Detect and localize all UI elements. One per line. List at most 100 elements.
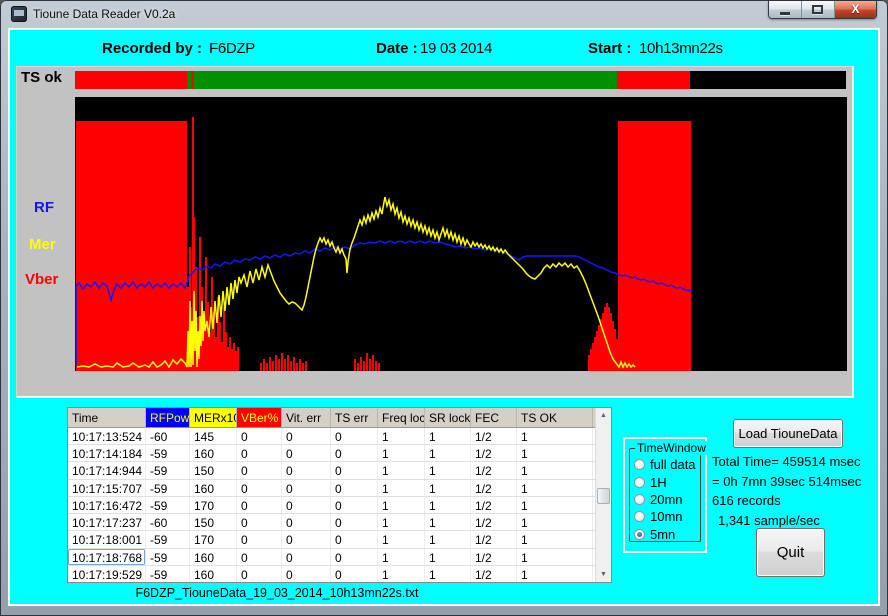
table-cell[interactable]: 1 bbox=[425, 497, 471, 513]
table-cell[interactable]: 1 bbox=[425, 428, 471, 444]
table-cell[interactable]: 150 bbox=[190, 462, 237, 478]
table-cell[interactable]: 1/2 bbox=[471, 480, 517, 496]
table-cell[interactable]: 1/2 bbox=[471, 497, 517, 513]
table-cell[interactable]: -59 bbox=[146, 497, 190, 513]
table-cell[interactable]: -59 bbox=[146, 462, 190, 478]
table-cell[interactable]: 1 bbox=[378, 480, 425, 496]
table-cell[interactable]: 0 bbox=[331, 497, 378, 513]
table-cell[interactable]: 0 bbox=[282, 480, 331, 496]
table-cell[interactable]: 0 bbox=[331, 549, 378, 565]
table-cell[interactable]: 0 bbox=[282, 531, 331, 547]
table-row[interactable]: 10:17:15:707-59160000111/21 bbox=[68, 480, 595, 497]
table-cell[interactable]: 1 bbox=[378, 462, 425, 478]
table-cell[interactable]: 160 bbox=[190, 445, 237, 461]
table-cell[interactable]: 1 bbox=[425, 480, 471, 496]
table-cell[interactable]: 160 bbox=[190, 480, 237, 496]
table-cell[interactable]: 0 bbox=[237, 480, 282, 496]
table-cell[interactable]: 1 bbox=[517, 531, 593, 547]
table-cell[interactable]: 1/2 bbox=[471, 531, 517, 547]
table-cell[interactable]: 1 bbox=[517, 480, 593, 496]
table-cell[interactable]: 0 bbox=[282, 549, 331, 565]
radio-10mn[interactable]: 10mn bbox=[634, 508, 698, 525]
radio-full-data[interactable]: full data bbox=[634, 456, 698, 473]
table-cell[interactable]: -59 bbox=[146, 566, 190, 582]
table-cell[interactable]: 1 bbox=[378, 549, 425, 565]
table-cell[interactable]: 0 bbox=[331, 531, 378, 547]
table-cell[interactable]: 1 bbox=[425, 566, 471, 582]
table-cell[interactable]: 0 bbox=[331, 462, 378, 478]
table-cell[interactable]: -59 bbox=[146, 445, 190, 461]
table-cell[interactable]: -60 bbox=[146, 514, 190, 530]
table-row[interactable]: 10:17:18:001-59170000111/21 bbox=[68, 531, 595, 548]
table-cell[interactable]: 1/2 bbox=[471, 549, 517, 565]
radio-circle-icon[interactable] bbox=[634, 511, 645, 522]
table-cell[interactable]: 1/2 bbox=[471, 462, 517, 478]
table-cell[interactable]: 1 bbox=[517, 462, 593, 478]
table-row[interactable]: 10:17:14:944-59150000111/21 bbox=[68, 462, 595, 479]
table-cell[interactable]: 1 bbox=[378, 514, 425, 530]
table-cell[interactable]: 1 bbox=[517, 566, 593, 582]
table-cell[interactable]: 1 bbox=[517, 497, 593, 513]
table-cell[interactable]: 1 bbox=[425, 531, 471, 547]
table-cell[interactable]: 0 bbox=[282, 514, 331, 530]
column-header-vit-err[interactable]: Vit. err bbox=[282, 408, 331, 427]
table-cell[interactable]: 1 bbox=[425, 445, 471, 461]
column-header-fec[interactable]: FEC bbox=[471, 408, 517, 427]
table-cell[interactable]: 0 bbox=[331, 480, 378, 496]
table-cell[interactable]: 1/2 bbox=[471, 445, 517, 461]
table-cell[interactable]: 1 bbox=[425, 462, 471, 478]
table-cell[interactable]: 0 bbox=[237, 428, 282, 444]
table-cell[interactable]: 170 bbox=[190, 531, 237, 547]
table-cell[interactable]: 150 bbox=[190, 514, 237, 530]
table-cell[interactable]: 0 bbox=[282, 566, 331, 582]
maximize-button[interactable] bbox=[802, 1, 835, 19]
column-header-sr-lock[interactable]: SR lock bbox=[425, 408, 471, 427]
table-cell[interactable]: 1 bbox=[378, 531, 425, 547]
table-cell[interactable]: 0 bbox=[237, 462, 282, 478]
minimize-button[interactable] bbox=[769, 1, 802, 19]
radio-circle-icon[interactable] bbox=[634, 477, 645, 488]
table-cell[interactable]: 1 bbox=[517, 428, 593, 444]
table-row[interactable]: 10:17:19:529-59160000111/21 bbox=[68, 566, 595, 582]
column-header-rfpower[interactable]: RFPower bbox=[146, 408, 190, 427]
table-cell[interactable]: -59 bbox=[146, 549, 190, 565]
table-row[interactable]: 10:17:14:184-59160000111/21 bbox=[68, 445, 595, 462]
table-cell[interactable]: 1 bbox=[425, 549, 471, 565]
table-cell[interactable]: 0 bbox=[237, 497, 282, 513]
table-cell[interactable]: 0 bbox=[282, 497, 331, 513]
column-header-merx10[interactable]: MERx10 bbox=[190, 408, 237, 427]
scrollbar-thumb[interactable] bbox=[597, 488, 610, 504]
table-scrollbar[interactable]: ▲ ▼ bbox=[595, 408, 611, 582]
table-cell[interactable]: 0 bbox=[237, 566, 282, 582]
radio-circle-icon[interactable] bbox=[634, 494, 645, 505]
scroll-down-arrow-icon[interactable]: ▼ bbox=[596, 567, 611, 582]
radio-circle-icon[interactable] bbox=[634, 529, 645, 540]
table-cell[interactable]: 10:17:14:184 bbox=[68, 445, 146, 461]
radio-circle-icon[interactable] bbox=[634, 459, 645, 470]
radio-1H[interactable]: 1H bbox=[634, 473, 698, 490]
table-cell[interactable]: 160 bbox=[190, 549, 237, 565]
radio-20mn[interactable]: 20mn bbox=[634, 491, 698, 508]
table-cell[interactable]: -59 bbox=[146, 480, 190, 496]
table-cell[interactable]: 10:17:14:944 bbox=[68, 462, 146, 478]
table-cell[interactable]: 1 bbox=[517, 549, 593, 565]
table-cell[interactable]: 145 bbox=[190, 428, 237, 444]
table-cell[interactable]: 10:17:13:524 bbox=[68, 428, 146, 444]
table-cell[interactable]: -60 bbox=[146, 428, 190, 444]
table-body[interactable]: 10:17:13:524-60145000111/2110:17:14:184-… bbox=[68, 428, 595, 582]
table-cell[interactable]: 1 bbox=[517, 514, 593, 530]
table-cell[interactable]: 160 bbox=[190, 566, 237, 582]
table-cell[interactable]: 1/2 bbox=[471, 514, 517, 530]
table-cell[interactable]: 0 bbox=[331, 445, 378, 461]
quit-button[interactable]: Quit bbox=[756, 528, 825, 577]
close-button[interactable]: X bbox=[835, 1, 876, 19]
column-header-time[interactable]: Time bbox=[68, 408, 146, 427]
table-cell[interactable]: 0 bbox=[331, 514, 378, 530]
table-cell[interactable]: 0 bbox=[282, 428, 331, 444]
table-cell[interactable]: 0 bbox=[331, 566, 378, 582]
table-cell[interactable]: 10:17:15:707 bbox=[68, 480, 146, 496]
table-cell[interactable]: 0 bbox=[237, 549, 282, 565]
table-cell[interactable]: 1 bbox=[378, 497, 425, 513]
table-cell[interactable]: 10:17:16:472 bbox=[68, 497, 146, 513]
table-cell[interactable]: 10:17:19:529 bbox=[68, 566, 146, 582]
